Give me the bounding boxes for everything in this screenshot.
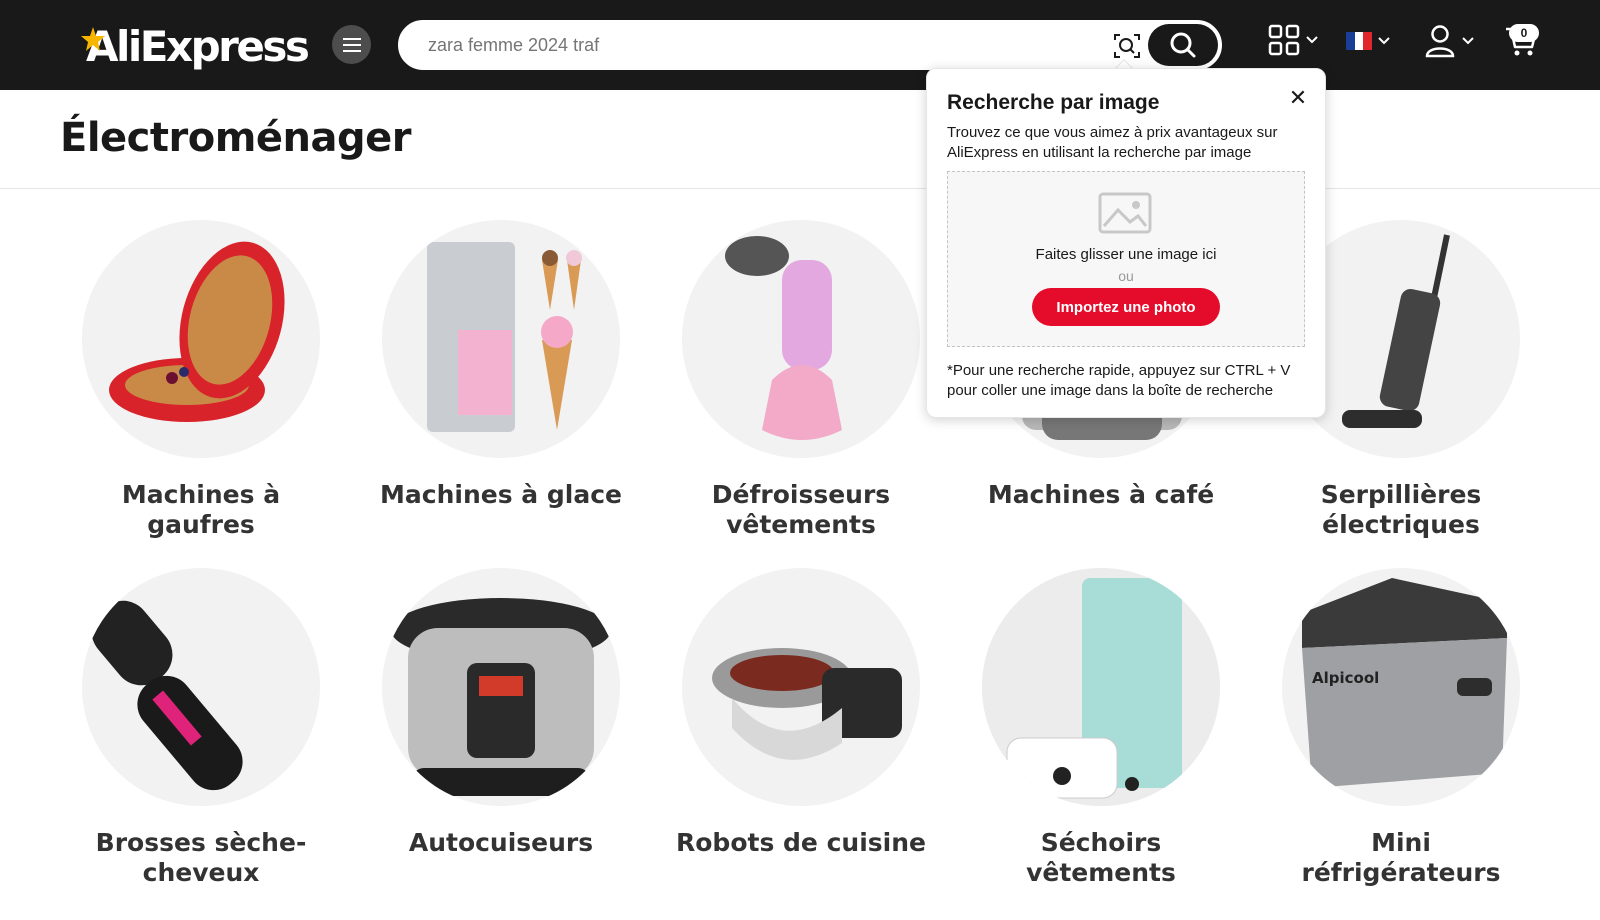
svg-text:Alpicool: Alpicool <box>1312 669 1379 687</box>
close-icon[interactable]: ✕ <box>1287 87 1309 109</box>
page-title: Électroménager <box>60 115 411 161</box>
image-placeholder-icon <box>1098 192 1152 234</box>
category-image <box>682 568 920 806</box>
user-icon <box>1425 25 1455 58</box>
image-dropzone[interactable]: Faites glisser une image ici ou Importez… <box>947 171 1305 347</box>
category-image <box>82 220 320 458</box>
upload-photo-button[interactable]: Importez une photo <box>1032 288 1220 326</box>
category-card-waffle-makers[interactable]: Machines à gaufres <box>71 220 331 540</box>
category-label: Autocuiseurs <box>408 828 594 857</box>
category-label: Machines à café <box>987 480 1215 509</box>
category-image <box>982 568 1220 806</box>
image-search-popup: Recherche par image ✕ Trouvez ce que vou… <box>926 68 1326 418</box>
paste-tip: *Pour une recherche rapide, appuyez sur … <box>947 362 1291 399</box>
category-label: Séchoirs vêtements <box>1026 828 1176 887</box>
menu-icon <box>342 37 361 52</box>
category-card-hair-dryer-brushes[interactable]: Brosses sèche-cheveux <box>71 568 331 888</box>
popup-title: Recherche par image <box>947 91 1160 114</box>
category-image <box>382 220 620 458</box>
account-menu[interactable] <box>1424 24 1474 58</box>
flag-fr-icon <box>1346 32 1373 50</box>
logo-star-icon <box>81 27 105 51</box>
category-label: Mini réfrigérateurs <box>1301 828 1501 887</box>
category-label: Robots de cuisine <box>676 828 926 857</box>
top-header: AliExpress zara femme 2024 traf 0 <box>0 0 1600 90</box>
category-image <box>382 568 620 806</box>
search-icon <box>1170 32 1196 58</box>
title-divider <box>0 188 1600 189</box>
category-image <box>82 568 320 806</box>
menu-button[interactable] <box>332 25 371 64</box>
aliexpress-logo[interactable]: AliExpress <box>81 20 310 72</box>
chevron-down-icon <box>1462 37 1474 45</box>
chevron-down-icon <box>1306 36 1318 44</box>
category-label: Serpillières électriques <box>1320 480 1482 539</box>
search-button[interactable] <box>1148 24 1218 66</box>
app-download-menu[interactable] <box>1268 24 1318 56</box>
category-card-mini-fridges[interactable]: Alpicool Mini réfrigérateurs <box>1271 568 1531 888</box>
category-card-ice-cream-machines[interactable]: Machines à glace <box>371 220 631 510</box>
category-image <box>682 220 920 458</box>
category-label: Machines à glace <box>380 480 622 509</box>
search-input[interactable] <box>428 22 1068 68</box>
image-search-button[interactable] <box>1112 31 1142 61</box>
cart-count-badge: 0 <box>1509 24 1539 42</box>
category-image: Alpicool <box>1282 568 1520 806</box>
category-card-pressure-cookers[interactable]: Autocuiseurs <box>371 568 631 858</box>
popup-description: Trouvez ce que vous aimez à prix avantag… <box>947 124 1278 161</box>
search-bar <box>398 20 1222 70</box>
logo-text: AliExpress <box>86 21 310 71</box>
or-text: ou <box>1118 268 1134 284</box>
drop-text: Faites glisser une image ici <box>1035 246 1217 263</box>
category-card-clothes-dryers[interactable]: Séchoirs vêtements <box>971 568 1231 888</box>
category-label: Défroisseurs vêtements <box>711 480 891 539</box>
qr-code-icon <box>1268 24 1300 56</box>
category-card-food-processors[interactable]: Robots de cuisine <box>671 568 931 858</box>
category-label: Machines à gaufres <box>121 480 281 539</box>
category-label: Brosses sèche-cheveux <box>95 828 307 887</box>
camera-search-icon <box>1114 34 1140 58</box>
language-selector[interactable] <box>1346 32 1390 50</box>
chevron-down-icon <box>1378 37 1390 45</box>
category-card-garment-steamers[interactable]: Défroisseurs vêtements <box>671 220 931 540</box>
